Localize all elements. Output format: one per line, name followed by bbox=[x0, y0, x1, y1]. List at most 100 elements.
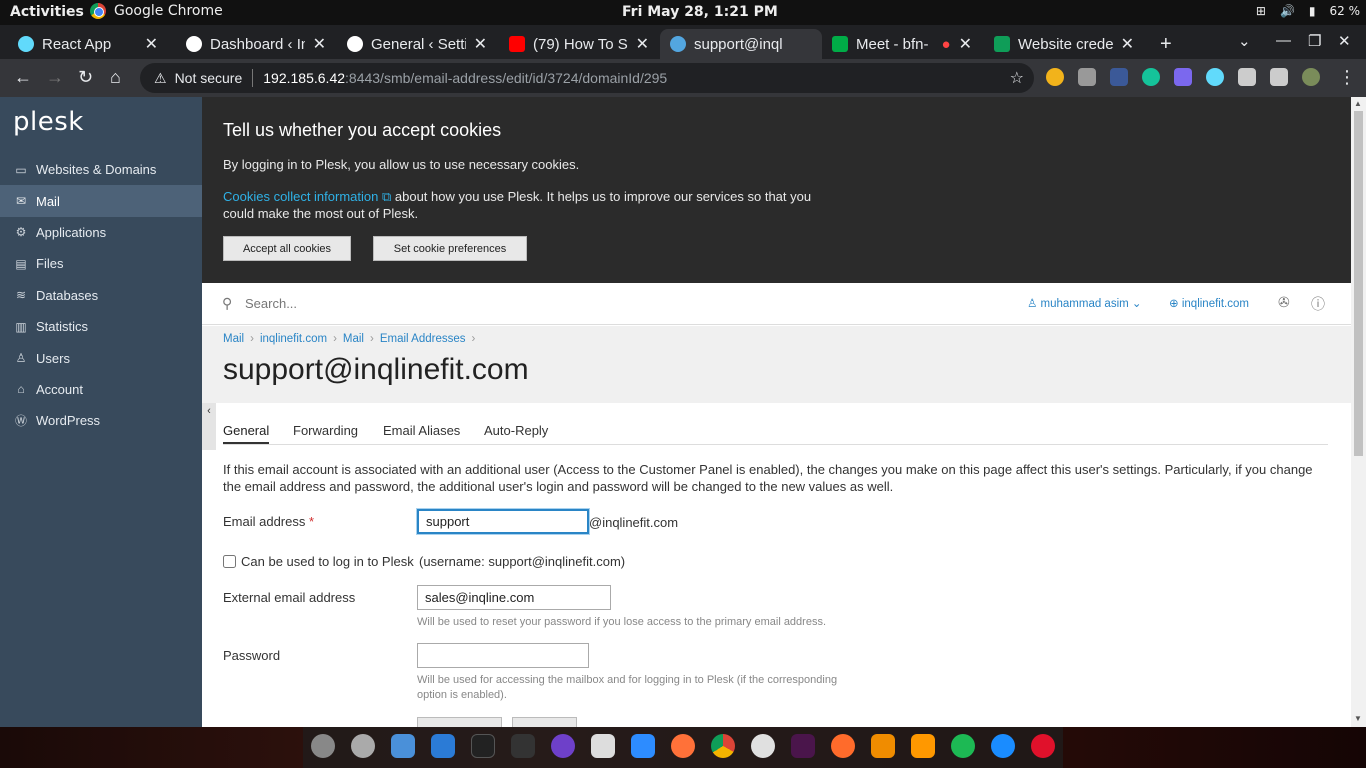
new-tab-icon[interactable]: + bbox=[1150, 29, 1180, 59]
sidebar-item-mail[interactable]: ✉ Mail bbox=[0, 185, 202, 217]
accept-all-cookies-button[interactable]: Accept all cookies bbox=[223, 236, 351, 261]
tab-email-aliases[interactable]: Email Aliases bbox=[383, 423, 460, 438]
files-icon[interactable] bbox=[391, 734, 415, 758]
tab-plesk-support[interactable]: support@inql bbox=[660, 29, 822, 59]
minimize-icon[interactable]: — bbox=[1276, 32, 1291, 49]
domain-menu[interactable]: ⊕ inqlinefit.com bbox=[1169, 296, 1249, 310]
system-top-bar: Activities Google Chrome Fri May 28, 1:2… bbox=[0, 0, 1366, 25]
help-icon[interactable]: ⓘ bbox=[1311, 294, 1325, 314]
firefox-icon[interactable] bbox=[671, 734, 695, 758]
system-monitor-icon[interactable] bbox=[511, 734, 535, 758]
close-icon[interactable]: ✕ bbox=[145, 34, 158, 54]
breadcrumb-email-addresses[interactable]: Email Addresses bbox=[380, 333, 466, 345]
close-icon[interactable]: ✕ bbox=[313, 34, 326, 54]
scroll-up-icon[interactable]: ▲ bbox=[1354, 99, 1362, 108]
sublime-text-icon[interactable] bbox=[911, 734, 935, 758]
cookie-text: By logging in to Plesk, you allow us to … bbox=[223, 157, 580, 172]
tab-website-credentials[interactable]: Website crede ✕ bbox=[984, 29, 1144, 59]
tab-general[interactable]: General bbox=[223, 423, 270, 444]
tab-react-app[interactable]: React App ✕ bbox=[8, 29, 168, 59]
opera-icon[interactable] bbox=[1031, 734, 1055, 758]
close-icon[interactable]: ✕ bbox=[1121, 34, 1134, 54]
close-icon[interactable]: ✕ bbox=[636, 34, 649, 54]
app-menu[interactable]: Google Chrome bbox=[90, 3, 223, 19]
sidebar-item-users[interactable]: ♙ Users bbox=[0, 342, 202, 373]
sidebar-item-applications[interactable]: ⚙ Applications bbox=[0, 217, 202, 248]
page-scrollbar[interactable]: ▲ ▼ bbox=[1351, 97, 1366, 727]
sidebar-item-websites-domains[interactable]: ▭ Websites & Domains bbox=[0, 154, 202, 185]
scroll-down-icon[interactable]: ▼ bbox=[1354, 714, 1362, 723]
vscode-icon[interactable] bbox=[431, 734, 455, 758]
back-icon[interactable]: ← bbox=[14, 67, 32, 88]
zoom-icon[interactable] bbox=[631, 734, 655, 758]
sidebar-item-databases[interactable]: ≋ Databases bbox=[0, 280, 202, 311]
cookie-info-link[interactable]: Cookies collect information bbox=[223, 189, 378, 204]
password-input[interactable] bbox=[417, 643, 589, 668]
tab-meet[interactable]: Meet - bfn- ● ✕ bbox=[822, 29, 982, 59]
vlc-icon[interactable] bbox=[871, 734, 895, 758]
breadcrumb-mail[interactable]: Mail bbox=[223, 333, 244, 345]
app-icon[interactable] bbox=[751, 734, 775, 758]
plesk-login-checkbox[interactable] bbox=[223, 555, 236, 568]
security-status[interactable]: Not secure bbox=[175, 70, 243, 86]
activities-button[interactable]: Activities bbox=[10, 4, 84, 20]
screen-recorder-extension-icon[interactable] bbox=[1174, 68, 1192, 86]
breadcrumb-mail-2[interactable]: Mail bbox=[343, 333, 364, 345]
react-icon bbox=[18, 36, 34, 52]
tab-search-icon[interactable]: ⌄ bbox=[1238, 32, 1251, 50]
sidebar-item-wordpress[interactable]: Ⓦ WordPress bbox=[0, 405, 202, 436]
forward-icon[interactable]: → bbox=[46, 67, 64, 88]
settings-icon[interactable] bbox=[351, 734, 375, 758]
show-button[interactable] bbox=[512, 717, 577, 727]
search-input[interactable]: Search... bbox=[245, 296, 297, 311]
support-icon[interactable]: ✇ bbox=[1278, 294, 1290, 311]
tab-general-settings[interactable]: General ‹ Setti ✕ bbox=[337, 29, 497, 59]
scrollbar-thumb[interactable] bbox=[1354, 111, 1363, 456]
sidebar-item-statistics[interactable]: ▥ Statistics bbox=[0, 311, 202, 342]
puzzle-icon[interactable] bbox=[1238, 68, 1256, 86]
spotify-icon[interactable] bbox=[951, 734, 975, 758]
tab-auto-reply[interactable]: Auto-Reply bbox=[484, 423, 548, 438]
postman-icon[interactable] bbox=[831, 734, 855, 758]
bookmark-star-icon[interactable]: ☆ bbox=[1010, 68, 1024, 88]
user-menu[interactable]: ♙ muhammad asim ⌄ bbox=[1027, 296, 1142, 310]
close-icon[interactable]: ✕ bbox=[474, 34, 487, 54]
tab-dashboard[interactable]: Dashboard ‹ In ✕ bbox=[176, 29, 336, 59]
chrome-dock-icon[interactable] bbox=[711, 734, 735, 758]
extension-icon[interactable] bbox=[1078, 68, 1096, 86]
address-bar[interactable]: ⚠ Not secure 192.185.6.42 :8443/smb/emai… bbox=[140, 63, 1034, 93]
media-icon[interactable] bbox=[1270, 68, 1288, 86]
close-window-icon[interactable]: ✕ bbox=[1338, 32, 1351, 50]
home-icon[interactable]: ⌂ bbox=[110, 67, 121, 88]
screenshot-icon[interactable] bbox=[591, 734, 615, 758]
breadcrumb-domain[interactable]: inqlinefit.com bbox=[260, 333, 327, 345]
react-devtools-extension-icon[interactable] bbox=[1206, 68, 1224, 86]
app-store-icon[interactable] bbox=[991, 734, 1015, 758]
external-email-input[interactable] bbox=[417, 585, 611, 610]
facebook-extension-icon[interactable] bbox=[1110, 68, 1128, 86]
sidebar-item-files[interactable]: ▤ Files bbox=[0, 248, 202, 279]
plesk-login-label[interactable]: Can be used to log in to Plesk bbox=[241, 554, 414, 569]
generate-button[interactable] bbox=[417, 717, 502, 727]
github-icon[interactable] bbox=[551, 734, 575, 758]
chrome-menu-icon[interactable]: ⋮ bbox=[1338, 67, 1356, 88]
browser-toolbar: ← → ↻ ⌂ ⚠ Not secure 192.185.6.42 :8443/… bbox=[0, 59, 1366, 97]
maximize-icon[interactable]: ❐ bbox=[1308, 32, 1321, 50]
tab-youtube[interactable]: (79) How To Se ✕ bbox=[499, 29, 659, 59]
slack-icon[interactable] bbox=[791, 734, 815, 758]
sidebar-item-account[interactable]: ⌂ Account bbox=[0, 374, 202, 405]
grammarly-extension-icon[interactable] bbox=[1142, 68, 1160, 86]
clock[interactable]: Fri May 28, 1:21 PM bbox=[622, 4, 778, 20]
cookie-preferences-button[interactable]: Set cookie preferences bbox=[373, 236, 527, 261]
warning-icon[interactable]: ⚠ bbox=[154, 70, 167, 87]
terminal-icon[interactable] bbox=[471, 734, 495, 758]
reload-icon[interactable]: ↻ bbox=[78, 67, 93, 88]
email-address-input[interactable] bbox=[417, 509, 589, 534]
plesk-logo[interactable]: plesk bbox=[13, 107, 84, 137]
tab-forwarding[interactable]: Forwarding bbox=[293, 423, 358, 438]
launcher-icon[interactable] bbox=[311, 734, 335, 758]
profile-avatar[interactable] bbox=[1302, 68, 1320, 86]
close-icon[interactable]: ✕ bbox=[959, 34, 972, 54]
moon-extension-icon[interactable] bbox=[1046, 68, 1064, 86]
system-tray[interactable]: ⊞ 🔊 ▮ 62 % bbox=[1256, 4, 1360, 18]
